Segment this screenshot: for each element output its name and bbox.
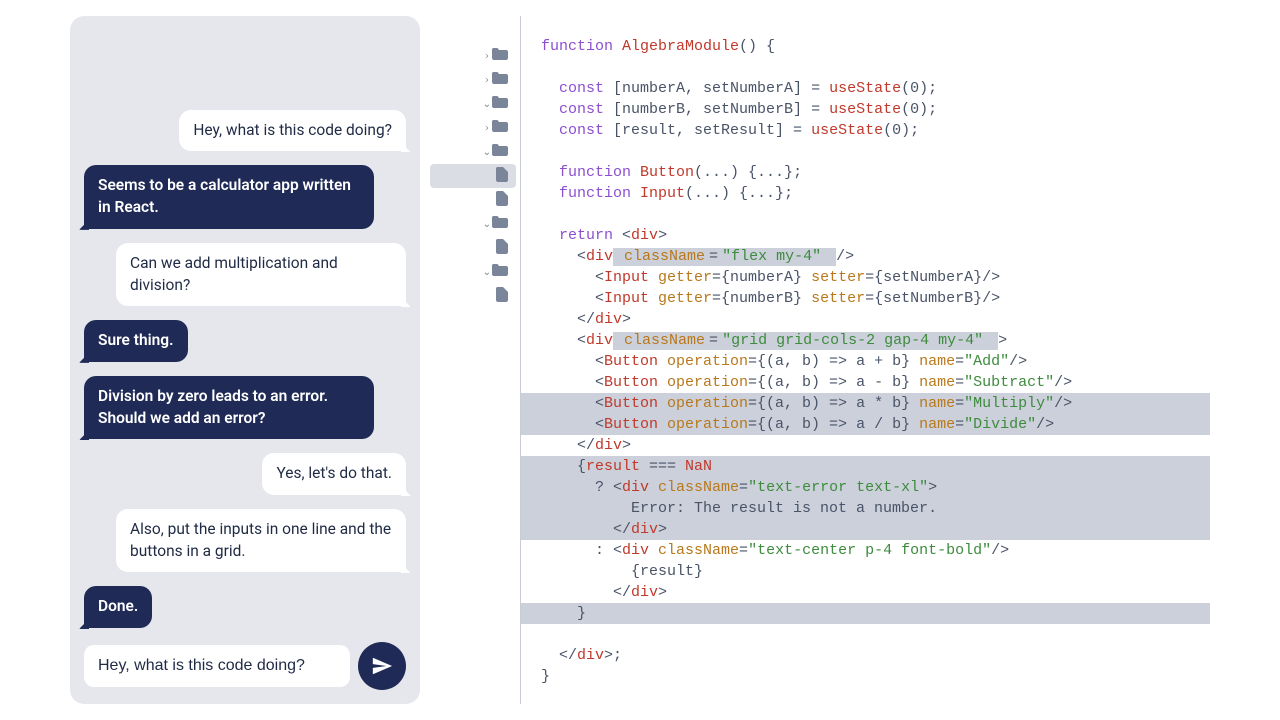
send-icon xyxy=(371,655,393,677)
file-item[interactable] xyxy=(430,284,516,308)
code-line: const [numberB, setNumberB] = useState(0… xyxy=(521,99,1210,120)
chat-message-assistant: Division by zero leads to an error. Shou… xyxy=(84,376,374,439)
file-icon xyxy=(496,167,508,186)
code-line: function AlgebraModule() { xyxy=(521,36,1210,57)
code-line xyxy=(521,624,1210,645)
code-line: </div>; xyxy=(521,645,1210,666)
code-line: Error: The result is not a number. xyxy=(521,498,1210,519)
code-line: {result} xyxy=(521,561,1210,582)
folder-icon xyxy=(492,120,508,136)
file-item[interactable] xyxy=(430,236,516,260)
file-item[interactable] xyxy=(430,188,516,212)
chevron-down-icon: ⌄ xyxy=(482,267,492,278)
folder-icon xyxy=(492,216,508,232)
folder-item[interactable]: › xyxy=(430,68,516,92)
code-line: </div> xyxy=(521,309,1210,330)
folder-item[interactable]: ⌄ xyxy=(430,260,516,284)
chat-panel: Hey, what is this code doing? Seems to be… xyxy=(70,16,420,704)
folder-icon xyxy=(492,48,508,64)
chat-message-user: Yes, let's do that. xyxy=(262,453,406,495)
code-line: return <div> xyxy=(521,225,1210,246)
code-line: <div className="flex my-4" /> xyxy=(521,246,1210,267)
code-line: <Input getter={numberB} setter={setNumbe… xyxy=(521,288,1210,309)
code-line: } xyxy=(521,603,1210,624)
code-line: <Button operation={(a, b) => a / b} name… xyxy=(521,414,1210,435)
chat-messages: Hey, what is this code doing? Seems to be… xyxy=(84,34,406,636)
code-line: <Button operation={(a, b) => a + b} name… xyxy=(521,351,1210,372)
code-line: <Button operation={(a, b) => a - b} name… xyxy=(521,372,1210,393)
code-line xyxy=(521,57,1210,78)
file-item[interactable] xyxy=(430,164,516,188)
code-line: <Input getter={numberA} setter={setNumbe… xyxy=(521,267,1210,288)
chevron-down-icon: ⌄ xyxy=(482,147,492,158)
folder-item[interactable]: ⌄ xyxy=(430,140,516,164)
code-line: function Input(...) {...}; xyxy=(521,183,1210,204)
chevron-down-icon: ⌄ xyxy=(482,99,492,110)
code-line: <Button operation={(a, b) => a * b} name… xyxy=(521,393,1210,414)
file-icon xyxy=(496,191,508,210)
folder-icon xyxy=(492,72,508,88)
file-icon xyxy=(496,239,508,258)
code-line: <div className="grid grid-cols-2 gap-4 m… xyxy=(521,330,1210,351)
code-line: </div> xyxy=(521,519,1210,540)
folder-icon xyxy=(492,96,508,112)
code-line: } xyxy=(521,666,1210,687)
chat-message-user: Hey, what is this code doing? xyxy=(179,110,406,152)
folder-item[interactable]: › xyxy=(430,116,516,140)
code-line: : <div className="text-center p-4 font-b… xyxy=(521,540,1210,561)
folder-item[interactable]: › xyxy=(430,44,516,68)
code-line: {result === NaN xyxy=(521,456,1210,477)
folder-icon xyxy=(492,144,508,160)
code-line xyxy=(521,141,1210,162)
code-line: function Button(...) {...}; xyxy=(521,162,1210,183)
chat-input-row xyxy=(84,642,406,690)
code-line: const [numberA, setNumberA] = useState(0… xyxy=(521,78,1210,99)
code-line: ? <div className="text-error text-xl"> xyxy=(521,477,1210,498)
file-tree-panel: › › ⌄ › ⌄ ⌄ ⌄ xyxy=(426,16,521,704)
code-line: </div> xyxy=(521,582,1210,603)
chevron-right-icon: › xyxy=(482,123,492,134)
code-line xyxy=(521,204,1210,225)
chat-message-user: Can we add multiplication and division? xyxy=(116,243,406,306)
folder-icon xyxy=(492,264,508,280)
folder-item[interactable]: ⌄ xyxy=(430,92,516,116)
code-line: </div> xyxy=(521,435,1210,456)
chevron-right-icon: › xyxy=(482,75,492,86)
chevron-down-icon: ⌄ xyxy=(482,219,492,230)
send-button[interactable] xyxy=(358,642,406,690)
chat-message-user: Also, put the inputs in one line and the… xyxy=(116,509,406,572)
chat-message-assistant: Seems to be a calculator app written in … xyxy=(84,165,374,228)
folder-item[interactable]: ⌄ xyxy=(430,212,516,236)
code-editor[interactable]: function AlgebraModule() { const [number… xyxy=(521,16,1210,704)
chat-input[interactable] xyxy=(84,645,350,687)
code-line: const [result, setResult] = useState(0); xyxy=(521,120,1210,141)
chat-message-assistant: Done. xyxy=(84,586,152,628)
app-root: Hey, what is this code doing? Seems to be… xyxy=(70,16,1210,704)
chat-message-assistant: Sure thing. xyxy=(84,320,188,362)
file-icon xyxy=(496,287,508,306)
chevron-right-icon: › xyxy=(482,51,492,62)
